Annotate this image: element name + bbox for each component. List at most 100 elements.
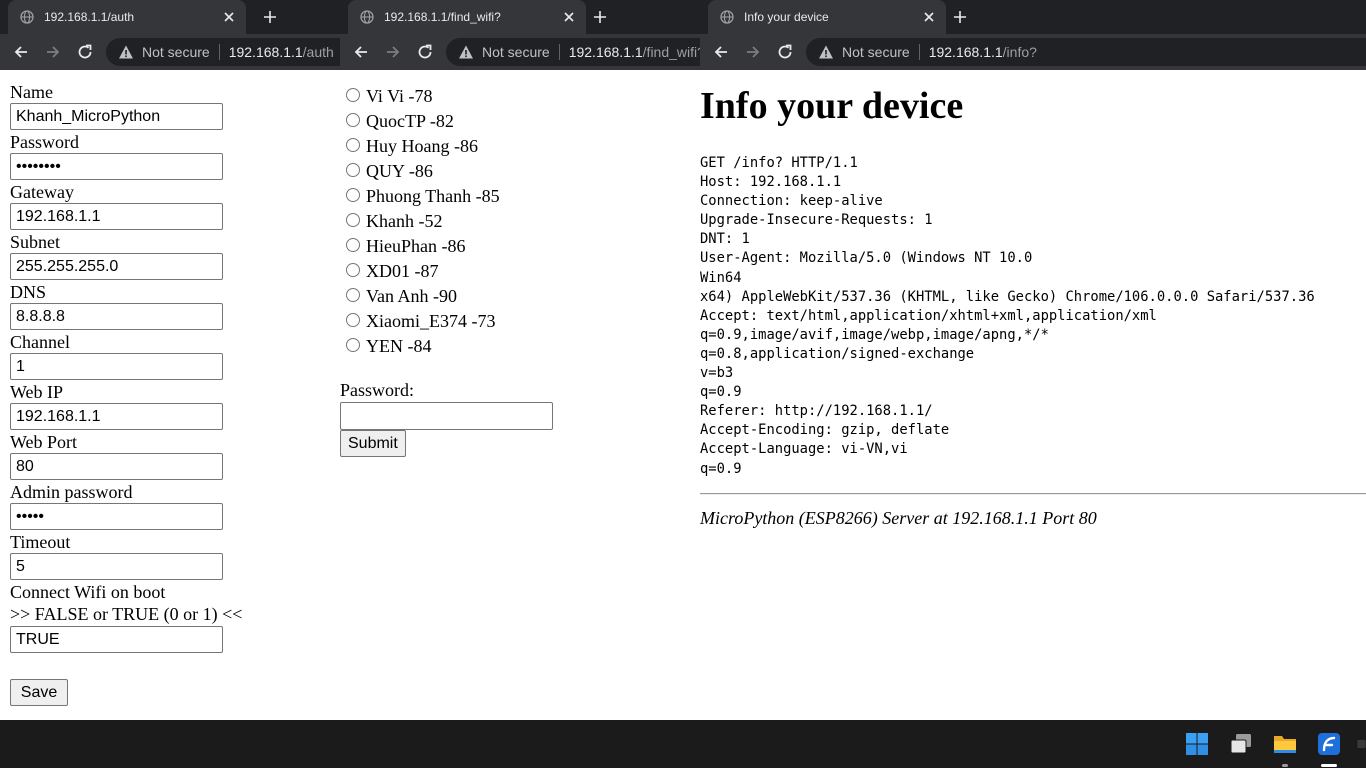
browser-window-info: Info your device Not secure 192.168.1.1/… [700,0,1366,720]
wifi-option[interactable]: YEN -84 [346,334,500,359]
save-button[interactable]: Save [10,679,68,706]
server-footer: MicroPython (ESP8266) Server at 192.168.… [700,508,1097,528]
radio-button[interactable] [346,288,360,302]
not-secure-label: Not secure [842,44,910,60]
forward-arrow-icon[interactable] [744,43,762,61]
tab-strip: Info your device [700,0,1366,34]
tab-title: 192.168.1.1/find_wifi? [384,10,501,24]
wifi-label: Huy Hoang -86 [366,136,478,156]
forward-arrow-icon[interactable] [384,43,402,61]
radio-button[interactable] [346,213,360,227]
back-arrow-icon[interactable] [712,43,730,61]
active-indicator [1321,764,1337,767]
warning-icon [458,44,474,60]
wifi-label: QUY -86 [366,161,433,181]
submit-button[interactable]: Submit [340,430,406,457]
tab-auth[interactable]: 192.168.1.1/auth [8,0,246,34]
address-bar[interactable]: Not secure 192.168.1.1/find_wifi? [446,38,700,66]
reload-icon[interactable] [76,43,94,61]
task-view-icon[interactable] [1229,732,1253,756]
wifi-option[interactable]: Van Anh -90 [346,284,500,309]
new-tab-icon[interactable] [592,9,608,25]
wifi-option[interactable]: Huy Hoang -86 [346,134,500,159]
taskbar [0,720,1366,768]
address-bar[interactable]: Not secure 192.168.1.1/auth [106,38,340,66]
globe-icon [720,10,734,24]
password-input[interactable] [10,153,223,180]
web-ip-input[interactable] [10,403,223,430]
name-label: Name [10,82,53,102]
wifi-option[interactable]: QUY -86 [346,159,500,184]
wifi-option[interactable]: QuocTP -82 [346,109,500,134]
page-content: Info your device GET /info? HTTP/1.1 Hos… [700,70,1366,720]
tab-strip: 192.168.1.1/find_wifi? [340,0,700,34]
globe-icon [20,10,34,24]
wifi-password-label: Password: [340,380,415,400]
wifi-label: XD01 -87 [366,261,439,281]
back-arrow-icon[interactable] [352,43,370,61]
wifi-option[interactable]: Vi Vi -78 [346,84,500,109]
tab-title: Info your device [744,10,829,24]
channel-label: Channel [10,332,70,352]
new-tab-icon[interactable] [262,9,278,25]
radio-button[interactable] [346,163,360,177]
wifi-option[interactable]: Khanh -52 [346,209,500,234]
windows-start-icon[interactable] [1185,732,1209,756]
name-input[interactable] [10,103,223,130]
boot-input[interactable] [10,626,223,653]
reload-icon[interactable] [416,43,434,61]
tab-title: 192.168.1.1/auth [44,10,135,24]
toolbar: Not secure 192.168.1.1/auth [0,34,340,70]
app-icon[interactable] [1357,732,1366,756]
address-bar[interactable]: Not secure 192.168.1.1/info? [806,38,1366,66]
subnet-input[interactable] [10,253,223,280]
close-tab-icon[interactable] [222,10,236,24]
wifi-label: QuocTP -82 [366,111,454,131]
radio-button[interactable] [346,338,360,352]
tab-info[interactable]: Info your device [708,0,946,34]
new-tab-icon[interactable] [952,9,968,25]
wifi-label: HieuPhan -86 [366,236,466,256]
warning-icon [818,44,834,60]
toolbar: Not secure 192.168.1.1/find_wifi? [340,34,700,70]
wifi-label: Vi Vi -78 [366,86,433,106]
app-icon[interactable] [1317,732,1341,756]
radio-button[interactable] [346,88,360,102]
dns-input[interactable] [10,303,223,330]
wifi-option[interactable]: HieuPhan -86 [346,234,500,259]
radio-button[interactable] [346,188,360,202]
radio-button[interactable] [346,113,360,127]
request-headers: GET /info? HTTP/1.1 Host: 192.168.1.1 Co… [700,155,1315,477]
reload-icon[interactable] [776,43,794,61]
web-port-input[interactable] [10,453,223,480]
close-tab-icon[interactable] [922,10,936,24]
wifi-option[interactable]: XD01 -87 [346,259,500,284]
gateway-input[interactable] [10,203,223,230]
divider [218,44,220,60]
url-path: /find_wifi? [642,44,700,60]
admin-password-input[interactable] [10,503,223,530]
radio-button[interactable] [346,138,360,152]
radio-button[interactable] [346,238,360,252]
channel-input[interactable] [10,353,223,380]
page-content: Vi Vi -78 QuocTP -82 Huy Hoang -86 QUY -… [340,70,700,720]
wifi-password-input[interactable] [340,402,553,430]
forward-arrow-icon[interactable] [44,43,62,61]
not-secure-label: Not secure [482,44,550,60]
page-heading: Info your device [700,85,964,127]
close-tab-icon[interactable] [562,10,576,24]
password-label: Password [10,132,80,152]
wifi-option[interactable]: Xiaomi_E374 -73 [346,309,500,334]
url-host: 192.168.1.1 [568,44,643,60]
tab-find-wifi[interactable]: 192.168.1.1/find_wifi? [348,0,586,34]
settings-form: Name Password Gateway Subnet DNS Channel… [10,82,330,655]
wifi-label: Van Anh -90 [366,286,457,306]
timeout-input[interactable] [10,553,223,580]
wifi-option[interactable]: Phuong Thanh -85 [346,184,500,209]
not-secure-label: Not secure [142,44,210,60]
file-explorer-icon[interactable] [1273,732,1297,756]
radio-button[interactable] [346,263,360,277]
radio-button[interactable] [346,313,360,327]
back-arrow-icon[interactable] [12,43,30,61]
admin-password-label: Admin password [10,482,133,502]
